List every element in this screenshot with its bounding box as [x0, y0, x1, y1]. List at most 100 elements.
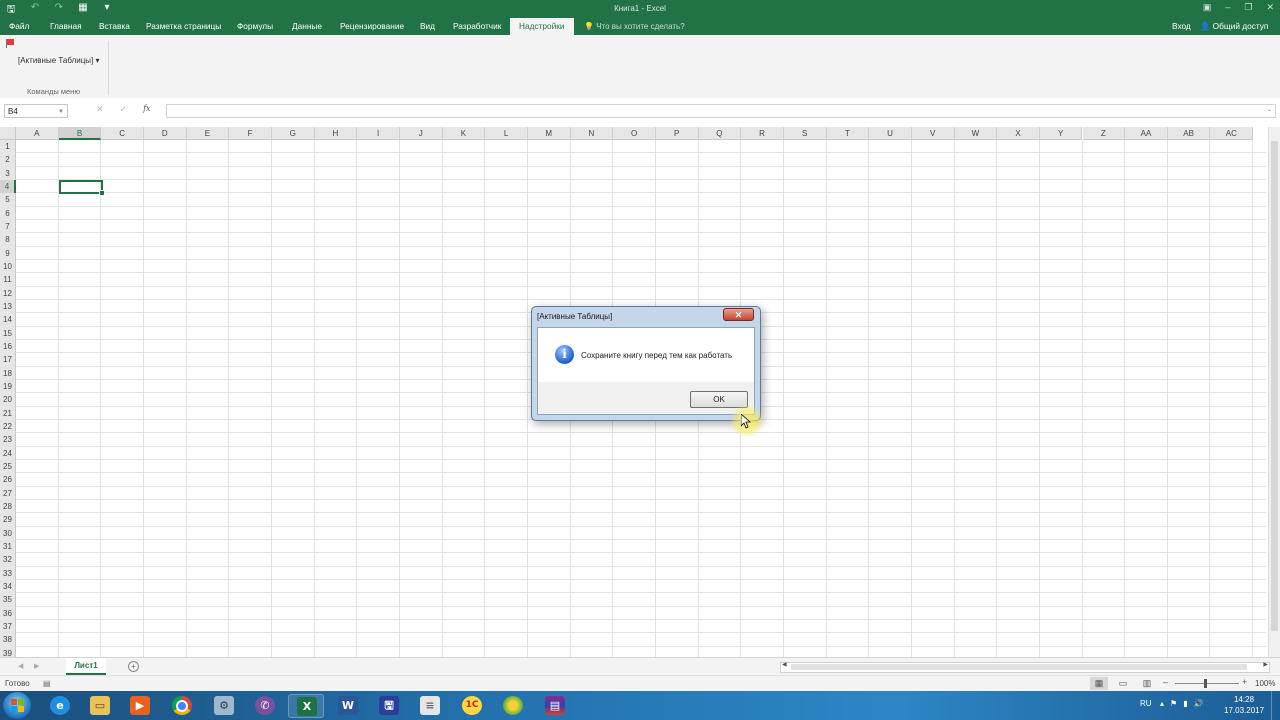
tell-me-box[interactable]: 💡 Что вы хотите сделать? [584, 18, 685, 35]
expand-formula-icon[interactable]: ⌄ [1267, 106, 1272, 113]
signin-link[interactable]: Вход [1172, 18, 1191, 35]
page-break-view-icon[interactable]: ▥ [1138, 677, 1156, 690]
vertical-scroll-thumb[interactable] [1271, 141, 1278, 631]
sheet-prev-icon[interactable]: ◀ [18, 662, 23, 670]
column-header[interactable]: O [613, 127, 656, 140]
row-header[interactable]: 19 [0, 379, 16, 394]
row-header[interactable]: 28 [0, 499, 16, 514]
column-header[interactable]: AB [1167, 127, 1211, 140]
flag-icon[interactable] [7, 39, 14, 45]
column-header[interactable]: C [101, 127, 144, 140]
row-header[interactable]: 10 [0, 259, 16, 274]
row-header[interactable]: 18 [0, 366, 16, 380]
volume-icon[interactable]: 🔊 [1194, 699, 1204, 708]
share-button[interactable]: 👤 Общий доступ [1200, 18, 1268, 35]
media-player-icon[interactable]: ▶ [122, 694, 158, 718]
scroll-right-icon[interactable]: ▶ [1263, 661, 1268, 668]
row-header[interactable]: 21 [0, 406, 16, 420]
chrome-icon[interactable] [164, 694, 200, 718]
green-app-icon[interactable] [495, 694, 531, 718]
tab-review[interactable]: Рецензирование [340, 18, 404, 35]
normal-view-icon[interactable]: ▦ [1090, 677, 1108, 690]
tab-addins[interactable]: Надстройки [510, 18, 574, 35]
tab-home[interactable]: Главная [50, 18, 82, 35]
row-header[interactable]: 23 [0, 433, 16, 447]
column-header[interactable]: J [399, 127, 443, 140]
sheet-tab[interactable]: Лист1 [66, 658, 106, 675]
row-header[interactable]: 5 [0, 193, 16, 207]
tray-expand-icon[interactable]: ▴ [1160, 699, 1164, 708]
start-button[interactable] [3, 692, 31, 719]
file-explorer-icon[interactable]: ▭ [82, 694, 118, 718]
clock[interactable]: 14:28 17.03.2017 [1224, 694, 1264, 716]
sheet-next-icon[interactable]: ▶ [34, 662, 39, 670]
column-header[interactable]: K [442, 127, 486, 140]
row-header[interactable]: 2 [0, 153, 16, 167]
tab-developer[interactable]: Разработчик [453, 18, 501, 35]
select-all-corner[interactable] [0, 127, 16, 140]
formula-input[interactable]: ⌄ [166, 104, 1276, 118]
row-header[interactable]: 26 [0, 473, 16, 487]
page-layout-view-icon[interactable]: ▭ [1114, 677, 1132, 690]
row-header[interactable]: 34 [0, 579, 16, 594]
tab-page-layout[interactable]: Разметка страницы [146, 18, 221, 35]
cancel-icon[interactable]: ✕ [96, 104, 104, 115]
document-icon[interactable]: ≡ [412, 694, 448, 718]
zoom-in-icon[interactable]: + [1242, 677, 1247, 687]
column-header[interactable]: Z [1082, 127, 1126, 140]
add-sheet-icon[interactable]: + [128, 661, 139, 672]
row-header[interactable]: 38 [0, 633, 16, 647]
row-header[interactable]: 33 [0, 566, 16, 580]
column-header[interactable]: N [570, 127, 614, 140]
row-header[interactable]: 31 [0, 539, 16, 554]
horizontal-scroll-thumb[interactable] [791, 664, 1247, 670]
zoom-slider[interactable]: – + [1163, 677, 1253, 689]
row-header[interactable]: 37 [0, 619, 16, 634]
row-header[interactable]: 8 [0, 233, 16, 247]
row-header[interactable]: 27 [0, 486, 16, 500]
column-header[interactable]: P [655, 127, 699, 140]
column-header[interactable]: G [271, 127, 315, 140]
row-header[interactable]: 17 [0, 353, 16, 367]
active-cell[interactable] [59, 180, 105, 196]
viber-icon[interactable]: ✆ [247, 694, 283, 718]
internet-explorer-icon[interactable]: e [42, 694, 78, 718]
row-header[interactable]: 36 [0, 606, 16, 620]
network-tray-icon[interactable]: ▮ [1183, 699, 1187, 708]
column-header[interactable]: W [954, 127, 998, 140]
row-header[interactable]: 12 [0, 286, 16, 300]
row-header[interactable]: 35 [0, 593, 16, 607]
row-header[interactable]: 30 [0, 526, 16, 540]
show-desktop-button[interactable] [1271, 691, 1280, 720]
column-header[interactable]: Q [698, 127, 742, 140]
restore-icon[interactable]: ❐ [1244, 2, 1252, 13]
row-header[interactable]: 6 [0, 206, 16, 220]
chevron-down-icon[interactable]: ▼ [58, 105, 64, 119]
language-indicator[interactable]: RU [1140, 699, 1152, 708]
row-header[interactable]: 29 [0, 513, 16, 527]
column-header[interactable]: I [357, 127, 400, 140]
zoom-track[interactable] [1175, 683, 1239, 684]
column-header[interactable]: B [58, 127, 102, 140]
vertical-scrollbar[interactable] [1268, 127, 1280, 657]
dialog-close-button[interactable]: ✕ [723, 308, 754, 321]
row-header[interactable]: 1 [0, 140, 16, 154]
column-header[interactable]: D [143, 127, 187, 140]
column-header[interactable]: Y [1039, 127, 1083, 140]
row-header[interactable]: 15 [0, 326, 16, 340]
column-header[interactable]: U [869, 127, 912, 140]
enter-icon[interactable]: ✓ [120, 104, 128, 115]
horizontal-scrollbar[interactable]: ◀ ▶ [780, 662, 1270, 673]
row-header[interactable]: 22 [0, 419, 16, 434]
ribbon-display-icon[interactable]: ▣ [1203, 2, 1212, 13]
tab-data[interactable]: Данные [292, 18, 322, 35]
excel-icon[interactable]: X [288, 694, 324, 718]
flag-tray-icon[interactable]: ⚑ [1170, 699, 1177, 708]
column-header[interactable]: A [16, 127, 59, 140]
row-header[interactable]: 20 [0, 393, 16, 407]
tab-file[interactable]: Файл [9, 18, 29, 35]
column-header[interactable]: S [783, 127, 827, 140]
name-box[interactable]: B4 ▼ [4, 104, 68, 118]
save-app-icon[interactable]: 🖫 [371, 694, 407, 718]
zoom-level[interactable]: 100% [1255, 679, 1275, 688]
